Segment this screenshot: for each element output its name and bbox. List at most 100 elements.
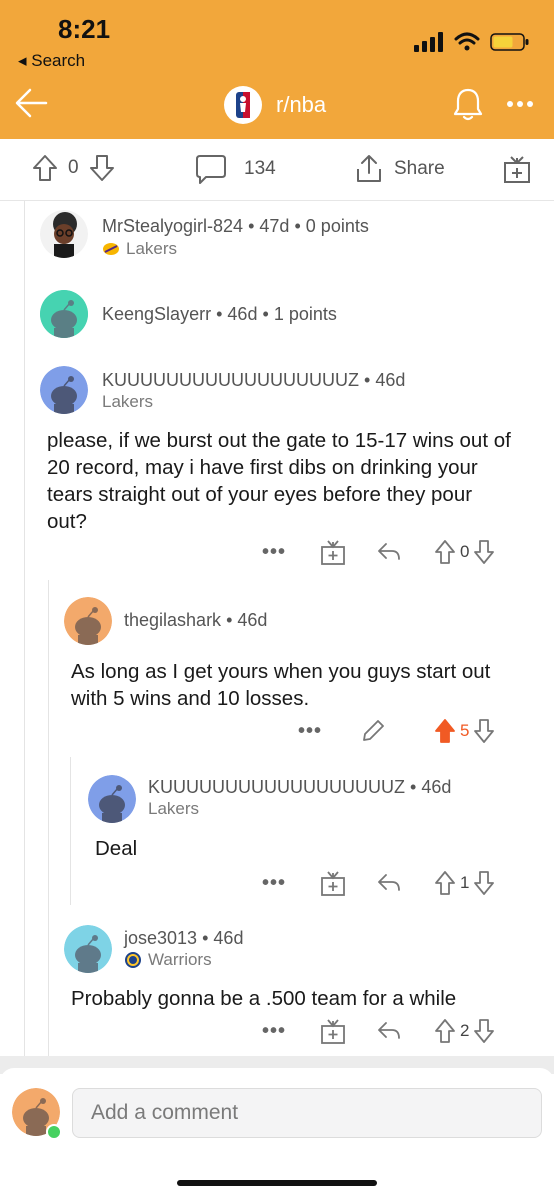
thread-line [24,201,25,1056]
comment-score: 5 [460,721,470,740]
wifi-icon [454,32,480,51]
gift-icon [504,156,530,183]
comment-meta: KeengSlayerr • 46d • 1 points [102,304,337,324]
post-action-bar: 0 134 Share [0,139,554,201]
downvote-icon[interactable] [89,153,115,183]
author-name[interactable]: KUUUUUUUUUUUUUUUUUUZ [148,777,405,797]
downvote-icon[interactable] [473,539,495,565]
flair-text: Lakers [102,392,154,411]
user-flair: Lakers [102,392,153,412]
add-comment-input[interactable] [72,1088,542,1138]
status-time: 8:21 [58,14,111,44]
avatar[interactable] [64,925,112,973]
comment-age: 47d [259,216,290,236]
user-flair: Warriors [124,950,212,970]
comment-meta: MrStealyogirl-824 • 47d • 0 points [102,216,369,236]
subreddit-title[interactable]: r/nba [224,86,326,124]
thread-line [48,580,49,1056]
status-icons [414,32,530,52]
comment-body: please, if we burst out the gate to 15-1… [47,429,511,533]
comment-actions: ••• 5 [298,718,495,744]
author-name[interactable]: KUUUUUUUUUUUUUUUUUUZ [102,370,359,390]
app-header: 8:21 ◂ Search r/nba [0,0,554,139]
comment-body: Deal [95,837,138,860]
comment-meta: KUUUUUUUUUUUUUUUUUUZ • 46d [102,370,406,390]
flair-text: Warriors [148,950,212,969]
downvote-icon[interactable] [473,870,495,896]
upvote-icon[interactable] [434,870,456,896]
comment-actions: ••• 1 [262,869,495,897]
share-button[interactable]: Share [354,153,445,185]
back-to-search[interactable]: ◂ Search [18,51,85,71]
nba-logo-icon [224,86,262,124]
subreddit-name: r/nba [276,92,327,117]
comment-score: 2 [460,1021,470,1040]
nav-actions [452,86,534,122]
comment-age: 46d [227,304,258,324]
user-flair: Lakers [148,799,199,819]
comment-score: 1 [460,873,470,892]
comment-age: 46d [237,610,268,630]
signal-icon [414,32,443,52]
more-options-icon[interactable]: ••• [298,720,322,743]
battery-icon [490,33,529,51]
share-icon [357,155,381,182]
post-vote-count: 0 [68,157,79,178]
comment-points: 0 points [305,216,369,236]
comment-body: As long as I get yours when you guys sta… [71,660,491,710]
comment-actions: ••• 2 [262,1017,495,1045]
comment-meta: thegilashark • 46d [124,610,268,630]
thread-line [70,757,71,905]
share-label: Share [394,158,445,179]
author-name[interactable]: KeengSlayerr [102,304,211,324]
more-options-icon[interactable] [506,100,534,108]
author-name[interactable]: jose3013 [124,928,197,948]
more-options-icon[interactable]: ••• [262,541,286,564]
downvote-icon[interactable] [473,718,495,744]
comment-age: 46d [213,928,244,948]
bell-icon[interactable] [452,86,484,122]
upvote-icon[interactable] [434,539,456,565]
gift-icon[interactable] [320,1017,346,1045]
user-flair: Lakers [102,239,177,259]
comment-meta: KUUUUUUUUUUUUUUUUUUZ • 46d [148,777,452,797]
upvote-icon[interactable] [32,153,58,183]
comment-points: 1 points [273,304,337,324]
gift-icon[interactable] [320,538,346,566]
avatar[interactable] [40,290,88,338]
comment-actions: ••• 0 [262,538,495,566]
more-options-icon[interactable]: ••• [262,1020,286,1043]
more-options-icon[interactable]: ••• [262,872,286,895]
comments-button[interactable]: 134 [194,153,276,185]
comment-bubble-icon [196,155,226,184]
comment-meta: jose3013 • 46d [124,928,244,948]
back-arrow-icon[interactable] [12,84,50,127]
author-name[interactable]: MrStealyogirl-824 [102,216,243,236]
lakers-flair-icon [103,243,119,255]
comment-age: 46d [421,777,452,797]
avatar[interactable] [40,210,88,258]
reply-icon[interactable] [376,871,402,895]
home-indicator [177,1180,377,1186]
reply-icon[interactable] [376,1019,402,1043]
flair-text: Lakers [148,799,200,818]
comment-score: 0 [460,542,470,561]
avatar[interactable] [88,775,136,823]
award-button[interactable] [502,153,532,185]
comment-age: 46d [375,370,406,390]
online-status-icon [46,1124,62,1140]
comment-body: Probably gonna be a .500 team for a whil… [71,987,457,1010]
upvote-icon[interactable] [434,1018,456,1044]
flair-text: Lakers [126,239,178,258]
gift-icon[interactable] [320,869,346,897]
avatar[interactable] [40,366,88,414]
post-vote-group: 0 [32,153,115,183]
author-name[interactable]: thegilashark [124,610,221,630]
upvote-active-icon[interactable] [434,718,456,744]
avatar[interactable] [64,597,112,645]
reply-icon[interactable] [376,540,402,564]
warriors-flair-icon [125,952,141,968]
comment-count: 134 [244,158,276,179]
edit-pencil-icon[interactable] [360,718,386,744]
downvote-icon[interactable] [473,1018,495,1044]
